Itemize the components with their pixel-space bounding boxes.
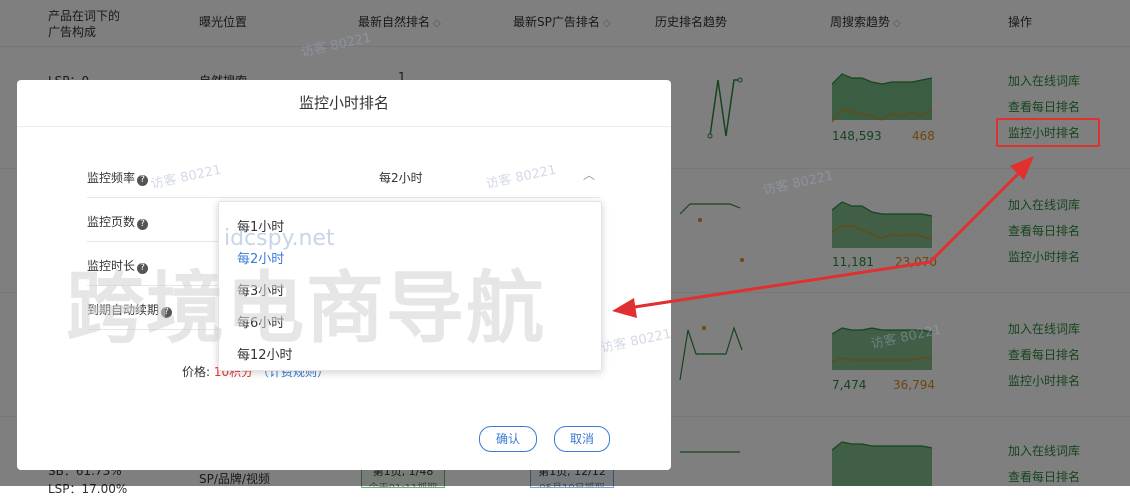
- annotation-arrows: [612, 156, 1034, 318]
